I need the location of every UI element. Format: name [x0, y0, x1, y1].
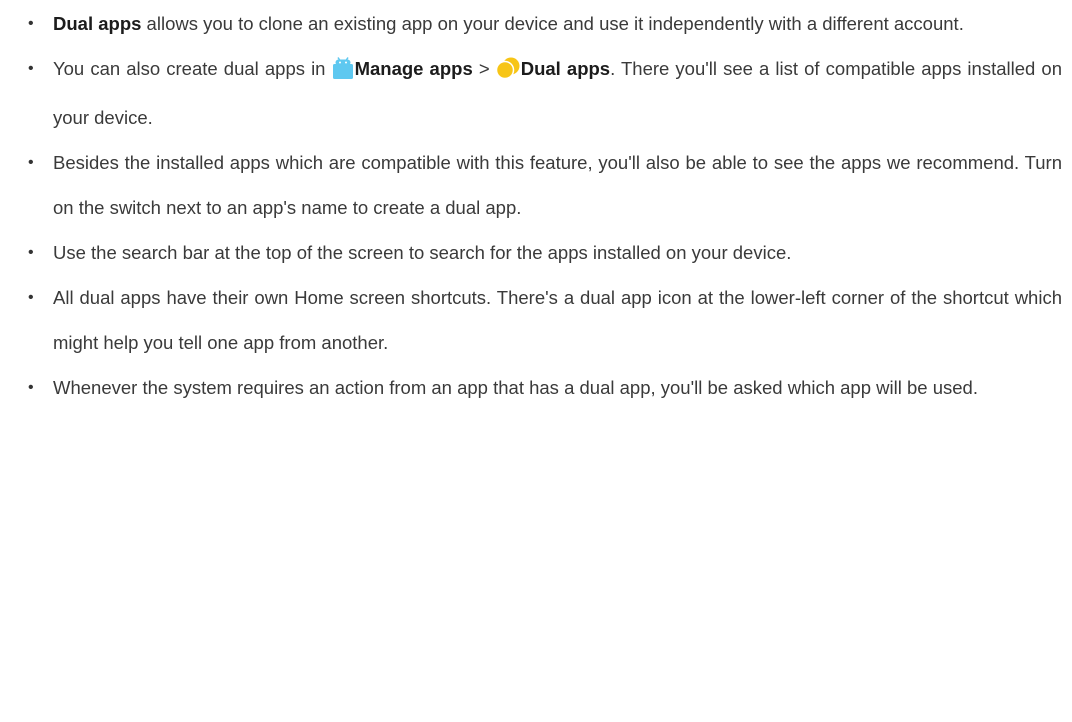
bullet: • [28, 15, 34, 32]
item-text: Besides the installed apps which are com… [53, 152, 1062, 218]
bullet: • [28, 289, 34, 306]
item-text: You can also create dual apps in Manage … [53, 46, 1062, 140]
item-text: Whenever the system requires an action f… [53, 377, 978, 398]
item-text: Use the search bar at the top of the scr… [53, 242, 792, 263]
bullet: • [28, 244, 34, 261]
bullet: • [28, 379, 34, 396]
help-document: • Dual apps allows you to clone an exist… [22, 0, 1062, 410]
item-body: allows you to clone an existing app on y… [141, 13, 964, 34]
list-item: • Use the search bar at the top of the s… [22, 230, 1062, 275]
menu-path-manage-apps: Manage apps [354, 58, 473, 79]
item-text: All dual apps have their own Home screen… [53, 287, 1062, 353]
manage-apps-icon [332, 50, 354, 95]
menu-path-dual-apps: Dual apps [520, 58, 611, 79]
term-dual-apps: Dual apps [53, 13, 142, 34]
list-item: • Dual apps allows you to clone an exist… [22, 1, 1062, 46]
item-body: You can also create dual apps in [53, 58, 332, 79]
list-item: • Besides the installed apps which are c… [22, 140, 1062, 230]
list-item: • Whenever the system requires an action… [22, 365, 1062, 410]
list-item: • You can also create dual apps in Manag… [22, 46, 1062, 140]
dual-apps-icon [495, 50, 520, 95]
path-separator: > [472, 58, 496, 79]
bullet: • [28, 60, 34, 77]
list-item: • All dual apps have their own Home scre… [22, 275, 1062, 365]
bullet: • [28, 154, 34, 171]
item-text: Dual apps allows you to clone an existin… [53, 1, 1062, 46]
